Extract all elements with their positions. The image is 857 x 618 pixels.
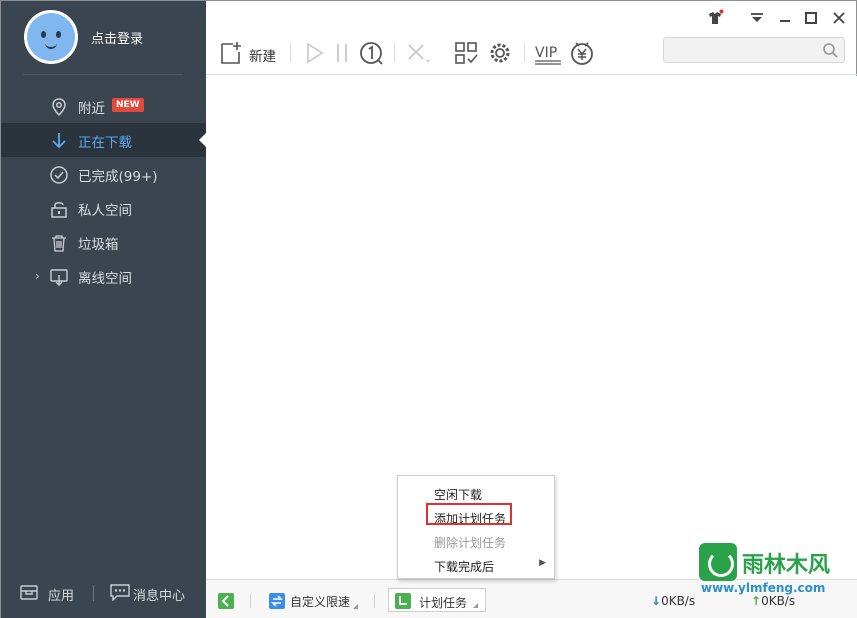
sidebar-item-offline-space[interactable]: › 离线空间 — [1, 259, 206, 293]
message-bubble-icon[interactable] — [109, 583, 131, 601]
apps-grid-icon[interactable] — [453, 40, 479, 66]
watermark-url: www.ylmfeng.com — [701, 581, 826, 595]
message-center-button[interactable]: 消息中心 — [133, 585, 185, 604]
avatar-face-icon — [27, 13, 75, 61]
toolbar-divider — [394, 44, 395, 62]
login-link[interactable]: 点击登录 — [91, 28, 143, 47]
chevron-right-icon[interactable]: › — [35, 269, 40, 283]
watermark-logo-icon — [699, 543, 737, 581]
submenu-arrow-icon: ▶ — [539, 558, 546, 568]
sidebar-item-nearby[interactable]: 附近 NEW — [1, 89, 206, 123]
pause-icon[interactable] — [329, 40, 355, 66]
watermark-name: 雨林木风 — [742, 553, 831, 578]
download-arrow-icon: ↓ — [651, 594, 662, 608]
dropdown-triangle-icon — [353, 604, 358, 609]
maximize-icon[interactable] — [802, 9, 820, 27]
sidebar-divider — [23, 74, 183, 75]
app-window: 点击登录 附近 NEW 正在下载 已完成(99+) 私人空间 垃圾箱 › 离线空… — [0, 0, 857, 618]
statusbar-divider — [374, 594, 375, 608]
footer-divider — [93, 585, 94, 601]
scheduled-task-button[interactable]: 计划任务 — [388, 588, 486, 612]
sidebar-item-downloading[interactable]: 正在下载 — [1, 123, 206, 157]
dropdown-menu-icon[interactable] — [748, 9, 766, 27]
delete-x-icon[interactable] — [404, 40, 430, 66]
dropdown-triangle-icon — [473, 603, 478, 608]
close-icon[interactable] — [830, 9, 848, 27]
search-input[interactable] — [664, 38, 814, 62]
schedule-clock-icon — [395, 593, 411, 609]
new-task-button[interactable]: 新建 — [249, 45, 276, 65]
search-box — [663, 37, 845, 63]
menu-item-label: 下载完成后 — [434, 560, 495, 574]
speed-limit-icon — [269, 593, 285, 609]
svg-text:VIP: VIP — [535, 45, 557, 61]
menu-item-delete-scheduled-task: 删除计划任务 — [398, 528, 556, 552]
menu-item-idle-download[interactable]: 空闲下载 — [398, 480, 556, 504]
highlight-box — [426, 503, 512, 525]
sidebar-item-label: 正在下载 — [78, 135, 132, 151]
sidebar: 点击登录 附近 NEW 正在下载 已完成(99+) 私人空间 垃圾箱 › 离线空… — [1, 1, 206, 618]
cloud-download-icon — [50, 269, 68, 286]
collapse-sidebar-icon[interactable] — [218, 593, 234, 609]
scheduled-task-menu: 空闲下载 添加计划任务 删除计划任务 下载完成后 ▶ — [397, 475, 555, 579]
settings-gear-icon[interactable] — [487, 40, 513, 66]
download-arrow-icon — [52, 133, 66, 149]
toolbar-divider — [524, 44, 525, 62]
vip-icon[interactable]: VIP — [533, 40, 563, 66]
menu-item-after-download[interactable]: 下载完成后 ▶ — [398, 552, 556, 576]
sidebar-item-completed[interactable]: 已完成(99+) — [1, 157, 206, 191]
check-circle-icon — [50, 166, 68, 184]
sidebar-item-trash[interactable]: 垃圾箱 — [1, 225, 206, 259]
menu-item-label: 空闲下载 — [434, 488, 483, 502]
apps-button[interactable]: 应用 — [48, 585, 74, 604]
menu-item-label: 删除计划任务 — [434, 536, 507, 550]
wallet-yuan-icon[interactable] — [569, 40, 595, 66]
statusbar-divider — [250, 594, 251, 608]
sidebar-item-label: 附近 — [78, 101, 105, 117]
toolbar-divider — [290, 44, 291, 62]
download-speed-value: 0KB/s — [661, 594, 696, 608]
download-speed: ↓0KB/s — [651, 594, 695, 608]
sidebar-item-label: 私人空间 — [78, 203, 132, 219]
new-task-icon[interactable] — [218, 40, 244, 66]
start-play-icon[interactable] — [301, 40, 327, 66]
avatar[interactable] — [24, 10, 78, 64]
search-icon[interactable] — [822, 42, 838, 58]
toolbar: 新建 VIP — [206, 31, 857, 75]
apps-box-icon[interactable] — [19, 583, 39, 601]
lock-icon — [51, 202, 67, 218]
sidebar-item-label: 垃圾箱 — [78, 237, 119, 253]
sidebar-footer: 应用 消息中心 — [1, 577, 206, 611]
speed-mode-icon[interactable] — [358, 40, 384, 66]
sidebar-item-private-space[interactable]: 私人空间 — [1, 191, 206, 225]
location-pin-icon — [52, 98, 66, 117]
sidebar-item-label: 已完成(99+) — [78, 169, 158, 185]
minimize-icon[interactable] — [776, 9, 794, 27]
skin-shirt-icon[interactable] — [706, 9, 724, 27]
speed-limit-label: 自定义限速 — [290, 595, 351, 609]
watermark: 雨林木风 www.ylmfeng.com — [699, 543, 849, 597]
trash-icon — [52, 235, 66, 252]
scheduled-task-label: 计划任务 — [419, 596, 468, 610]
sidebar-item-label: 离线空间 — [78, 271, 132, 287]
new-badge: NEW — [112, 98, 144, 112]
